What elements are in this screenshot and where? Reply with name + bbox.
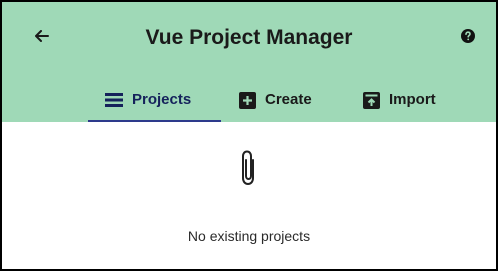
tab-projects-label: Projects [132, 91, 192, 108]
tab-create[interactable]: Create [238, 82, 312, 122]
paperclip-icon [242, 150, 254, 185]
page-title: Vue Project Manager [145, 26, 353, 49]
tab-projects[interactable]: Projects [88, 82, 221, 122]
import-box-icon [362, 91, 380, 109]
help-button[interactable] [460, 28, 476, 44]
empty-state-message: No existing projects [187, 228, 311, 244]
back-button[interactable] [30, 24, 54, 48]
tab-create-label: Create [265, 91, 312, 108]
list-icon [105, 91, 123, 109]
app-window: Vue Project Manager Projects Create Impo… [0, 0, 498, 271]
plus-box-icon [238, 91, 256, 109]
help-circle-icon [461, 29, 475, 43]
tab-import[interactable]: Import [362, 82, 436, 122]
arrow-left-icon [35, 30, 49, 42]
app-header: Vue Project Manager Projects Create Impo… [2, 2, 496, 122]
tab-import-label: Import [389, 91, 436, 108]
empty-state: No existing projects [2, 122, 496, 269]
